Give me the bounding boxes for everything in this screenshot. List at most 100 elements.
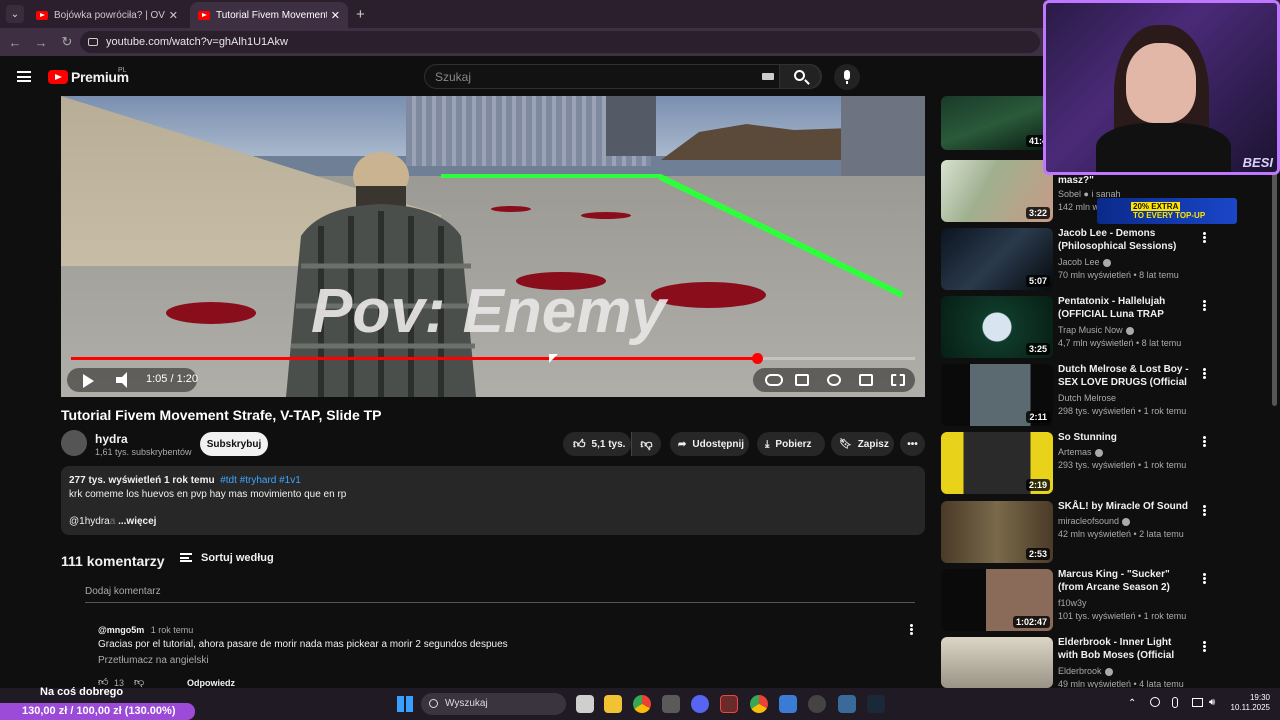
sort-icon[interactable] xyxy=(180,553,192,562)
tab-close-icon[interactable]: ✕ xyxy=(331,9,340,22)
taskbar-search[interactable]: Wyszukaj xyxy=(421,693,566,715)
chrome-icon[interactable] xyxy=(750,695,768,713)
channel-name[interactable]: f10w3y xyxy=(1058,598,1087,608)
discord-icon[interactable] xyxy=(691,695,709,713)
video-thumbnail[interactable]: 41:4 xyxy=(941,96,1053,150)
tray-sync-icon[interactable] xyxy=(1150,697,1160,707)
tray-volume-icon[interactable]: 🔊︎ xyxy=(1209,697,1215,708)
url-text[interactable]: youtube.com/watch?v=ghAlh1U1Akw xyxy=(106,36,288,48)
video-menu-icon[interactable] xyxy=(1203,505,1206,508)
progress-bar[interactable] xyxy=(71,353,915,364)
fullscreen-icon[interactable] xyxy=(891,374,905,386)
video-player[interactable]: Pov: Enemy 1:05 / 1:20 xyxy=(61,96,925,397)
video-title[interactable]: Pentatonix - Hallelujah (OFFICIAL Luna T… xyxy=(1058,295,1194,321)
app-icon[interactable] xyxy=(720,695,738,713)
subtitles-icon[interactable] xyxy=(795,374,809,386)
autoplay-toggle-icon[interactable] xyxy=(765,374,783,386)
video-thumbnail[interactable]: 3:25 xyxy=(941,296,1053,358)
description-box[interactable]: 277 tys. wyświetleń 1 rok temu #tdt #try… xyxy=(61,466,925,535)
translate-link[interactable]: Przetłumacz na angielski xyxy=(98,655,209,666)
tray-chevron-icon[interactable]: ⌃ xyxy=(1128,698,1136,709)
add-comment-input[interactable]: Dodaj komentarz xyxy=(85,586,161,597)
save-button[interactable]: 🔖︎ Zapisz xyxy=(831,432,894,456)
subscribe-button[interactable]: Subskrybuj xyxy=(200,432,268,456)
calculator-icon[interactable] xyxy=(662,695,680,713)
description-mention[interactable]: @1hydra xyxy=(69,516,110,527)
video-menu-icon[interactable] xyxy=(1203,368,1206,371)
search-button[interactable] xyxy=(779,64,821,89)
steam-icon[interactable] xyxy=(867,695,885,713)
progress-scrubber-handle[interactable] xyxy=(751,353,763,364)
channel-name[interactable]: Trap Music Now xyxy=(1058,325,1134,335)
back-arrow-icon[interactable]: ← xyxy=(4,35,26,50)
youtube-premium-logo[interactable]: Premium PL xyxy=(48,67,129,85)
download-button[interactable]: ⤓ Pobierz xyxy=(757,432,825,456)
channel-name[interactable]: Dutch Melrose xyxy=(1058,393,1116,403)
site-info-icon[interactable] xyxy=(88,38,98,46)
video-thumbnail[interactable]: 2:11 xyxy=(941,364,1053,426)
settings-gear-icon[interactable] xyxy=(827,374,841,386)
tab-search-dropdown[interactable]: ⌄ xyxy=(6,5,24,23)
channel-name[interactable]: hydra xyxy=(95,432,128,446)
video-menu-icon[interactable] xyxy=(1203,573,1206,576)
tray-network-icon[interactable] xyxy=(1192,698,1203,707)
share-button[interactable]: ➦ Udostępnij xyxy=(670,432,749,456)
file-explorer-icon[interactable] xyxy=(604,695,622,713)
new-tab-button[interactable]: + xyxy=(356,6,365,23)
comment-time[interactable]: 1 rok temu xyxy=(151,625,194,635)
video-thumbnail[interactable]: 5:07 xyxy=(941,228,1053,290)
sidebar-item[interactable]: 2:19 So Stunning Artemas 293 tys. wyświe… xyxy=(941,432,1211,494)
video-thumbnail[interactable]: 3:22 xyxy=(941,160,1053,222)
video-title[interactable]: Dutch Melrose & Lost Boy - SEX LOVE DRUG… xyxy=(1058,363,1194,389)
video-title[interactable]: masz?" xyxy=(1058,174,1194,187)
tray-clock[interactable]: 19:30 10.11.2025 xyxy=(1226,693,1270,713)
reply-button[interactable]: Odpowiedz xyxy=(187,678,235,688)
more-actions-button[interactable]: ••• xyxy=(900,432,925,456)
keyboard-icon[interactable] xyxy=(762,73,774,80)
channel-avatar[interactable] xyxy=(61,430,87,456)
browser-tab-overwatch[interactable]: Bojówka powróciła? | OVERWATCH 2 ✕ xyxy=(28,2,186,28)
video-title[interactable]: SKÅL! by Miracle Of Sound xyxy=(1058,500,1194,513)
sidebar-item[interactable]: 1:02:47 Marcus King - "Sucker" (from Arc… xyxy=(941,569,1211,631)
play-icon[interactable] xyxy=(83,374,94,388)
task-view-icon[interactable] xyxy=(576,695,594,713)
video-thumbnail[interactable] xyxy=(941,637,1053,688)
show-more-link[interactable]: ...więcej xyxy=(118,516,156,527)
hamburger-menu-icon[interactable] xyxy=(17,71,31,82)
comment-author[interactable]: @mngo5m xyxy=(98,625,144,635)
video-title[interactable]: Jacob Lee - Demons (Philosophical Sessio… xyxy=(1058,227,1194,253)
channel-name[interactable]: Jacob Lee xyxy=(1058,257,1111,267)
video-thumbnail[interactable]: 1:02:47 xyxy=(941,569,1053,631)
video-menu-icon[interactable] xyxy=(1203,436,1206,439)
settings-icon[interactable] xyxy=(838,695,856,713)
video-menu-icon[interactable] xyxy=(1203,641,1206,644)
video-thumbnail[interactable]: 2:19 xyxy=(941,432,1053,494)
channel-name[interactable]: Artemas xyxy=(1058,447,1103,457)
sidebar-item[interactable]: 3:25 Pentatonix - Hallelujah (OFFICIAL L… xyxy=(941,296,1211,358)
dislike-button[interactable]: 👎︎ xyxy=(631,432,661,456)
obs-icon[interactable] xyxy=(808,695,826,713)
volume-icon[interactable] xyxy=(116,372,127,388)
search-input[interactable]: Szukaj xyxy=(424,64,822,89)
sidebar-item[interactable]: 2:53 SKÅL! by Miracle Of Sound miracleof… xyxy=(941,501,1211,563)
comment-menu-icon[interactable] xyxy=(910,624,913,627)
video-title[interactable]: Elderbrook - Inner Light with Bob Moses … xyxy=(1058,636,1194,662)
notepad-icon[interactable] xyxy=(779,695,797,713)
browser-tab-tutorial[interactable]: Tutorial Fivem Movement Strafe, V-TAP, S… xyxy=(190,2,348,28)
sidebar-item[interactable]: 2:11 Dutch Melrose & Lost Boy - SEX LOVE… xyxy=(941,364,1211,426)
voice-search-mic-icon[interactable] xyxy=(834,64,860,90)
chrome-icon[interactable] xyxy=(633,695,651,713)
theater-mode-icon[interactable] xyxy=(859,374,873,386)
video-menu-icon[interactable] xyxy=(1203,232,1206,235)
tray-mic-icon[interactable] xyxy=(1172,697,1178,708)
forward-arrow-icon[interactable]: → xyxy=(30,35,52,50)
address-bar[interactable]: youtube.com/watch?v=ghAlh1U1Akw xyxy=(80,31,1040,53)
channel-name[interactable]: Elderbrook xyxy=(1058,666,1113,676)
like-button[interactable]: 👍︎ 5,1 tys. xyxy=(563,432,631,456)
sidebar-item[interactable]: 5:07 Jacob Lee - Demons (Philosophical S… xyxy=(941,228,1211,290)
comment-dislike-icon[interactable]: 👎︎ xyxy=(134,676,144,688)
video-title[interactable]: So Stunning xyxy=(1058,431,1194,444)
video-title[interactable]: Marcus King - "Sucker" (from Arcane Seas… xyxy=(1058,568,1194,594)
hashtags[interactable]: #tdt #tryhard #1v1 xyxy=(220,475,301,486)
video-menu-icon[interactable] xyxy=(1203,300,1206,303)
